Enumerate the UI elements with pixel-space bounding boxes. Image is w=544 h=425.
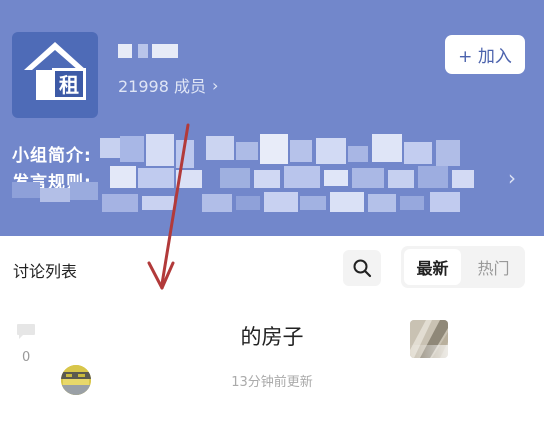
intro-text-redacted[interactable] [0,130,544,230]
house-rent-icon: 租 [24,42,86,100]
search-icon [353,259,372,278]
search-button[interactable] [343,250,381,286]
thumbnail-fade [408,345,544,425]
chevron-right-icon[interactable]: › [508,166,516,190]
tab-latest[interactable]: 最新 [404,249,461,285]
member-count: 21998 成员 [118,77,206,96]
member-count-link[interactable]: 21998 成员 › [118,73,218,97]
group-logo: 租 [12,32,98,118]
chevron-right-icon: › [212,75,219,95]
comment-count: 0 [22,350,31,365]
discussion-list-title: 讨论列表 [13,262,78,281]
tab-hot[interactable]: 热门 [466,249,521,285]
group-name-redacted [118,44,178,58]
join-button[interactable]: + 加入 [445,35,525,74]
logo-char: 租 [59,73,79,97]
group-header-banner: 租 21998 成员 › + 加入 小组简介: 发言规则: › [0,0,544,236]
